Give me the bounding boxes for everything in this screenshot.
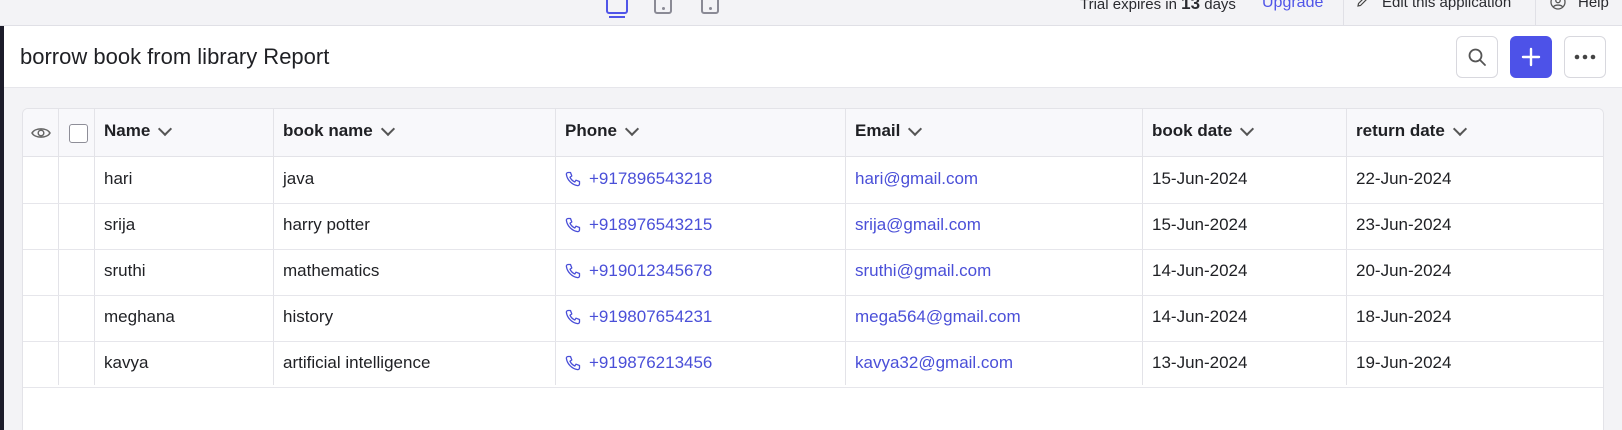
search-icon bbox=[1468, 48, 1486, 66]
upgrade-link[interactable]: Upgrade bbox=[1262, 0, 1323, 12]
phone-number: +917896543218 bbox=[589, 169, 713, 188]
desktop-view-icon[interactable] bbox=[606, 0, 628, 18]
column-header-book-date[interactable]: book date bbox=[1152, 121, 1255, 141]
mobile-view-icon[interactable] bbox=[701, 0, 719, 14]
table-header: Name book name Phone Email book date ret… bbox=[23, 109, 1603, 157]
cell-return-date: 22-Jun-2024 bbox=[1356, 169, 1452, 188]
cell-book-date: 15-Jun-2024 bbox=[1152, 169, 1248, 188]
cell-phone[interactable]: +918976543215 bbox=[565, 215, 712, 235]
cell-return-date: 18-Jun-2024 bbox=[1356, 307, 1452, 326]
select-all-checkbox[interactable] bbox=[69, 124, 88, 143]
user-circle-icon bbox=[1550, 0, 1566, 10]
table-row[interactable]: srija harry potter +918976543215 srija@g… bbox=[23, 203, 1603, 250]
top-bar: Trial expires in 13 days Upgrade Edit th… bbox=[0, 0, 1622, 26]
column-header-name[interactable]: Name bbox=[104, 121, 173, 141]
phone-number: +919876213456 bbox=[589, 353, 713, 372]
eye-icon[interactable] bbox=[31, 124, 51, 142]
cell-name: sruthi bbox=[104, 261, 146, 280]
more-options-button[interactable] bbox=[1564, 36, 1606, 78]
cell-book-name: history bbox=[283, 307, 334, 326]
cell-return-date: 23-Jun-2024 bbox=[1356, 215, 1452, 234]
cell-book-name: java bbox=[283, 169, 315, 188]
column-header-book-name[interactable]: book name bbox=[283, 121, 395, 141]
pencil-icon bbox=[1357, 0, 1367, 7]
cell-book-date: 13-Jun-2024 bbox=[1152, 353, 1248, 372]
cell-email[interactable]: kavya32@gmail.com bbox=[855, 353, 1013, 373]
phone-number: +919807654231 bbox=[589, 307, 713, 326]
table-row[interactable]: meghana history +919807654231 mega564@gm… bbox=[23, 295, 1603, 342]
phone-number: +918976543215 bbox=[589, 215, 713, 234]
cell-book-name: artificial intelligence bbox=[283, 353, 431, 372]
cell-return-date: 20-Jun-2024 bbox=[1356, 261, 1452, 280]
search-button[interactable] bbox=[1456, 36, 1498, 78]
table-row[interactable]: sruthi mathematics +919012345678 sruthi@… bbox=[23, 249, 1603, 296]
phone-icon bbox=[565, 309, 581, 325]
phone-icon bbox=[565, 355, 581, 371]
column-label: Email bbox=[855, 121, 901, 140]
phone-icon bbox=[565, 171, 581, 187]
phone-number: +919012345678 bbox=[589, 261, 713, 280]
phone-icon bbox=[565, 217, 581, 233]
divider bbox=[1535, 0, 1536, 25]
column-header-return-date[interactable]: return date bbox=[1356, 121, 1467, 141]
chevron-down-icon bbox=[624, 121, 640, 136]
cell-email[interactable]: hari@gmail.com bbox=[855, 169, 978, 189]
table-row[interactable]: hari java +917896543218 hari@gmail.com 1… bbox=[23, 157, 1603, 204]
cell-email[interactable]: srija@gmail.com bbox=[855, 215, 981, 235]
column-label: Name bbox=[104, 121, 151, 140]
cell-email[interactable]: mega564@gmail.com bbox=[855, 307, 1021, 327]
trial-days-count: 13 bbox=[1181, 0, 1201, 13]
trial-prefix: Trial expires in bbox=[1080, 0, 1177, 13]
page-title: borrow book from library Report bbox=[20, 44, 330, 69]
cell-book-name: harry potter bbox=[283, 215, 370, 234]
add-record-button[interactable] bbox=[1510, 36, 1552, 78]
cell-book-date: 14-Jun-2024 bbox=[1152, 261, 1248, 280]
cell-name: meghana bbox=[104, 307, 175, 326]
cell-book-date: 15-Jun-2024 bbox=[1152, 215, 1248, 234]
cell-book-name: mathematics bbox=[283, 261, 380, 280]
report-table: Name book name Phone Email book date ret… bbox=[22, 108, 1604, 430]
trial-suffix: days bbox=[1204, 0, 1236, 13]
edit-application-button[interactable]: Edit this application bbox=[1382, 0, 1511, 11]
table-row[interactable]: kavya artificial intelligence +919876213… bbox=[23, 341, 1603, 388]
report-header: borrow book from library Report bbox=[4, 26, 1622, 88]
plus-icon bbox=[1521, 47, 1541, 67]
cell-name: srija bbox=[104, 215, 136, 234]
column-label: return date bbox=[1356, 121, 1445, 140]
ellipsis-icon bbox=[1574, 54, 1596, 60]
chevron-down-icon bbox=[908, 121, 923, 136]
column-label: book name bbox=[283, 121, 373, 140]
column-header-email[interactable]: Email bbox=[855, 121, 923, 141]
column-label: book date bbox=[1152, 121, 1233, 140]
cell-phone[interactable]: +919876213456 bbox=[565, 353, 712, 373]
chevron-down-icon bbox=[1240, 121, 1255, 136]
cell-book-date: 14-Jun-2024 bbox=[1152, 307, 1248, 326]
cell-phone[interactable]: +919807654231 bbox=[565, 307, 712, 327]
cell-phone[interactable]: +919012345678 bbox=[565, 261, 712, 281]
tablet-view-icon[interactable] bbox=[654, 0, 672, 14]
chevron-down-icon bbox=[380, 121, 395, 136]
column-label: Phone bbox=[565, 121, 617, 140]
phone-icon bbox=[565, 263, 581, 279]
cell-return-date: 19-Jun-2024 bbox=[1356, 353, 1452, 372]
cell-phone[interactable]: +917896543218 bbox=[565, 169, 712, 189]
cell-name: hari bbox=[104, 169, 133, 188]
divider bbox=[1343, 0, 1344, 25]
help-link[interactable]: Help bbox=[1578, 0, 1609, 11]
cell-email[interactable]: sruthi@gmail.com bbox=[855, 261, 991, 281]
chevron-down-icon bbox=[1452, 121, 1467, 136]
chevron-down-icon bbox=[158, 121, 173, 136]
column-header-phone[interactable]: Phone bbox=[565, 121, 640, 141]
cell-name: kavya bbox=[104, 353, 149, 372]
trial-notice: Trial expires in 13 days bbox=[1080, 0, 1236, 14]
